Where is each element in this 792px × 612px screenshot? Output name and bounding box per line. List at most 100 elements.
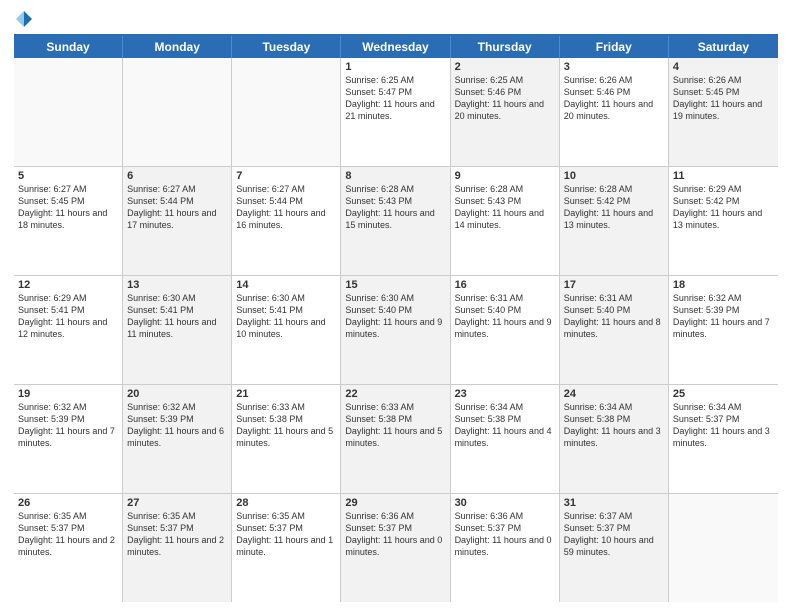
calendar-row-3: 12Sunrise: 6:29 AM Sunset: 5:41 PM Dayli… [14, 276, 778, 385]
day-number: 26 [18, 497, 118, 509]
calendar-cell-5-7 [669, 494, 778, 602]
day-info: Sunrise: 6:29 AM Sunset: 5:41 PM Dayligh… [18, 292, 118, 341]
weekday-saturday: Saturday [669, 36, 778, 58]
day-number: 4 [673, 61, 774, 73]
day-info: Sunrise: 6:31 AM Sunset: 5:40 PM Dayligh… [455, 292, 555, 341]
calendar-cell-1-2 [123, 58, 232, 166]
calendar-cell-4-7: 25Sunrise: 6:34 AM Sunset: 5:37 PM Dayli… [669, 385, 778, 493]
day-number: 23 [455, 388, 555, 400]
day-number: 6 [127, 170, 227, 182]
day-number: 10 [564, 170, 664, 182]
day-info: Sunrise: 6:35 AM Sunset: 5:37 PM Dayligh… [127, 510, 227, 559]
day-number: 5 [18, 170, 118, 182]
calendar: Sunday Monday Tuesday Wednesday Thursday… [14, 34, 778, 602]
calendar-header: Sunday Monday Tuesday Wednesday Thursday… [14, 34, 778, 58]
day-info: Sunrise: 6:32 AM Sunset: 5:39 PM Dayligh… [18, 401, 118, 450]
day-info: Sunrise: 6:34 AM Sunset: 5:38 PM Dayligh… [455, 401, 555, 450]
day-info: Sunrise: 6:27 AM Sunset: 5:44 PM Dayligh… [236, 183, 336, 232]
day-number: 15 [345, 279, 445, 291]
day-info: Sunrise: 6:35 AM Sunset: 5:37 PM Dayligh… [236, 510, 336, 559]
day-number: 30 [455, 497, 555, 509]
calendar-cell-2-6: 10Sunrise: 6:28 AM Sunset: 5:42 PM Dayli… [560, 167, 669, 275]
calendar-cell-3-4: 15Sunrise: 6:30 AM Sunset: 5:40 PM Dayli… [341, 276, 450, 384]
day-info: Sunrise: 6:36 AM Sunset: 5:37 PM Dayligh… [455, 510, 555, 559]
logo-flag-icon [15, 10, 33, 28]
day-info: Sunrise: 6:30 AM Sunset: 5:41 PM Dayligh… [236, 292, 336, 341]
day-number: 16 [455, 279, 555, 291]
calendar-row-4: 19Sunrise: 6:32 AM Sunset: 5:39 PM Dayli… [14, 385, 778, 494]
calendar-cell-2-7: 11Sunrise: 6:29 AM Sunset: 5:42 PM Dayli… [669, 167, 778, 275]
weekday-thursday: Thursday [451, 36, 560, 58]
day-number: 19 [18, 388, 118, 400]
day-number: 25 [673, 388, 774, 400]
calendar-cell-5-6: 31Sunrise: 6:37 AM Sunset: 5:37 PM Dayli… [560, 494, 669, 602]
day-info: Sunrise: 6:30 AM Sunset: 5:41 PM Dayligh… [127, 292, 227, 341]
calendar-cell-4-2: 20Sunrise: 6:32 AM Sunset: 5:39 PM Dayli… [123, 385, 232, 493]
calendar-cell-4-5: 23Sunrise: 6:34 AM Sunset: 5:38 PM Dayli… [451, 385, 560, 493]
day-info: Sunrise: 6:26 AM Sunset: 5:45 PM Dayligh… [673, 74, 774, 123]
day-info: Sunrise: 6:33 AM Sunset: 5:38 PM Dayligh… [345, 401, 445, 450]
calendar-cell-2-1: 5Sunrise: 6:27 AM Sunset: 5:45 PM Daylig… [14, 167, 123, 275]
day-number: 9 [455, 170, 555, 182]
day-info: Sunrise: 6:25 AM Sunset: 5:46 PM Dayligh… [455, 74, 555, 123]
day-number: 21 [236, 388, 336, 400]
calendar-cell-1-7: 4Sunrise: 6:26 AM Sunset: 5:45 PM Daylig… [669, 58, 778, 166]
calendar-cell-1-1 [14, 58, 123, 166]
day-number: 11 [673, 170, 774, 182]
day-info: Sunrise: 6:32 AM Sunset: 5:39 PM Dayligh… [127, 401, 227, 450]
day-number: 20 [127, 388, 227, 400]
weekday-tuesday: Tuesday [232, 36, 341, 58]
header [14, 10, 778, 28]
day-number: 31 [564, 497, 664, 509]
weekday-monday: Monday [123, 36, 232, 58]
day-number: 3 [564, 61, 664, 73]
day-number: 22 [345, 388, 445, 400]
calendar-cell-4-3: 21Sunrise: 6:33 AM Sunset: 5:38 PM Dayli… [232, 385, 341, 493]
calendar-cell-4-4: 22Sunrise: 6:33 AM Sunset: 5:38 PM Dayli… [341, 385, 450, 493]
day-info: Sunrise: 6:27 AM Sunset: 5:45 PM Dayligh… [18, 183, 118, 232]
day-number: 17 [564, 279, 664, 291]
calendar-cell-4-6: 24Sunrise: 6:34 AM Sunset: 5:38 PM Dayli… [560, 385, 669, 493]
day-info: Sunrise: 6:26 AM Sunset: 5:46 PM Dayligh… [564, 74, 664, 123]
day-info: Sunrise: 6:33 AM Sunset: 5:38 PM Dayligh… [236, 401, 336, 450]
day-number: 7 [236, 170, 336, 182]
day-info: Sunrise: 6:30 AM Sunset: 5:40 PM Dayligh… [345, 292, 445, 341]
day-info: Sunrise: 6:36 AM Sunset: 5:37 PM Dayligh… [345, 510, 445, 559]
day-number: 12 [18, 279, 118, 291]
calendar-row-2: 5Sunrise: 6:27 AM Sunset: 5:45 PM Daylig… [14, 167, 778, 276]
day-info: Sunrise: 6:34 AM Sunset: 5:38 PM Dayligh… [564, 401, 664, 450]
day-number: 13 [127, 279, 227, 291]
calendar-cell-5-1: 26Sunrise: 6:35 AM Sunset: 5:37 PM Dayli… [14, 494, 123, 602]
calendar-cell-1-3 [232, 58, 341, 166]
day-info: Sunrise: 6:32 AM Sunset: 5:39 PM Dayligh… [673, 292, 774, 341]
calendar-cell-5-5: 30Sunrise: 6:36 AM Sunset: 5:37 PM Dayli… [451, 494, 560, 602]
calendar-cell-1-5: 2Sunrise: 6:25 AM Sunset: 5:46 PM Daylig… [451, 58, 560, 166]
weekday-sunday: Sunday [14, 36, 123, 58]
calendar-cell-4-1: 19Sunrise: 6:32 AM Sunset: 5:39 PM Dayli… [14, 385, 123, 493]
day-info: Sunrise: 6:34 AM Sunset: 5:37 PM Dayligh… [673, 401, 774, 450]
day-info: Sunrise: 6:37 AM Sunset: 5:37 PM Dayligh… [564, 510, 664, 559]
day-number: 2 [455, 61, 555, 73]
calendar-cell-3-7: 18Sunrise: 6:32 AM Sunset: 5:39 PM Dayli… [669, 276, 778, 384]
day-number: 27 [127, 497, 227, 509]
logo [14, 10, 34, 28]
day-info: Sunrise: 6:35 AM Sunset: 5:37 PM Dayligh… [18, 510, 118, 559]
calendar-cell-3-2: 13Sunrise: 6:30 AM Sunset: 5:41 PM Dayli… [123, 276, 232, 384]
calendar-cell-3-1: 12Sunrise: 6:29 AM Sunset: 5:41 PM Dayli… [14, 276, 123, 384]
day-number: 8 [345, 170, 445, 182]
calendar-cell-2-5: 9Sunrise: 6:28 AM Sunset: 5:43 PM Daylig… [451, 167, 560, 275]
day-info: Sunrise: 6:29 AM Sunset: 5:42 PM Dayligh… [673, 183, 774, 232]
page: Sunday Monday Tuesday Wednesday Thursday… [0, 0, 792, 612]
day-info: Sunrise: 6:28 AM Sunset: 5:43 PM Dayligh… [345, 183, 445, 232]
calendar-cell-2-2: 6Sunrise: 6:27 AM Sunset: 5:44 PM Daylig… [123, 167, 232, 275]
day-info: Sunrise: 6:27 AM Sunset: 5:44 PM Dayligh… [127, 183, 227, 232]
calendar-cell-5-3: 28Sunrise: 6:35 AM Sunset: 5:37 PM Dayli… [232, 494, 341, 602]
day-number: 28 [236, 497, 336, 509]
day-number: 1 [345, 61, 445, 73]
calendar-cell-1-4: 1Sunrise: 6:25 AM Sunset: 5:47 PM Daylig… [341, 58, 450, 166]
calendar-row-5: 26Sunrise: 6:35 AM Sunset: 5:37 PM Dayli… [14, 494, 778, 602]
day-info: Sunrise: 6:28 AM Sunset: 5:42 PM Dayligh… [564, 183, 664, 232]
calendar-row-1: 1Sunrise: 6:25 AM Sunset: 5:47 PM Daylig… [14, 58, 778, 167]
calendar-cell-3-3: 14Sunrise: 6:30 AM Sunset: 5:41 PM Dayli… [232, 276, 341, 384]
weekday-friday: Friday [560, 36, 669, 58]
